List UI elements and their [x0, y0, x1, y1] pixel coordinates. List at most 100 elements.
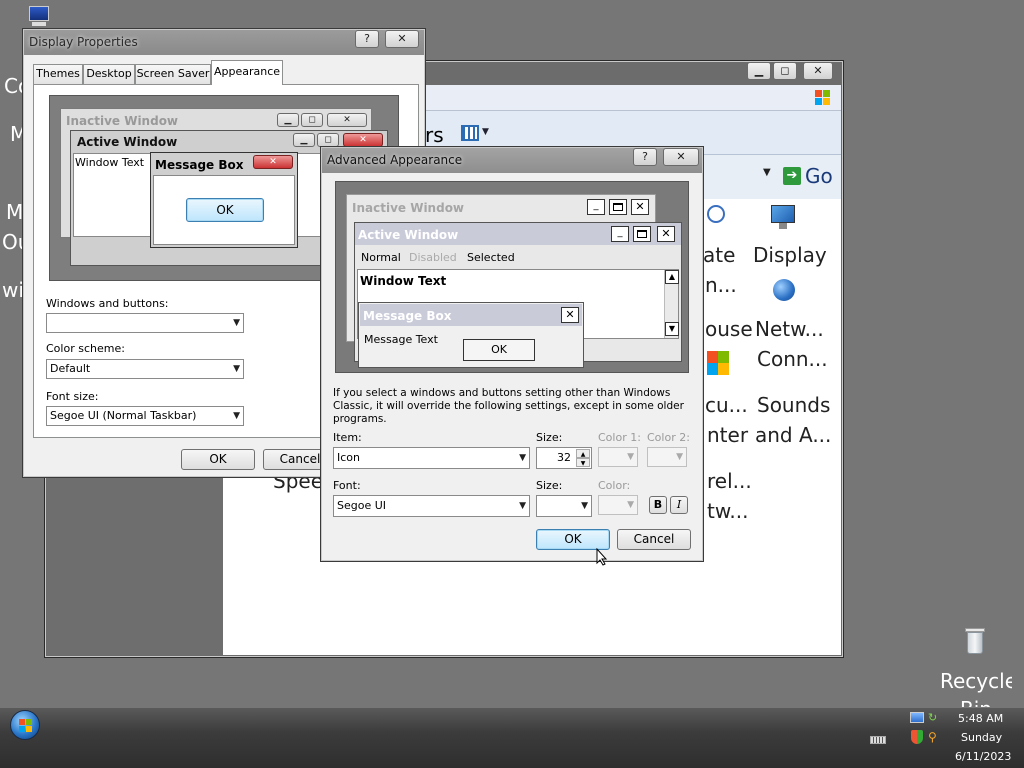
views-icon[interactable]: ▼: [461, 125, 489, 143]
preview-minimize-icon: _: [587, 199, 605, 215]
select-value: Segoe UI: [337, 499, 387, 512]
display-icon[interactable]: [769, 203, 799, 231]
tab-desktop[interactable]: Desktop: [83, 64, 135, 84]
close-button[interactable]: ✕: [663, 148, 699, 166]
scroll-up-icon: ▲: [665, 270, 679, 284]
cp-item-label[interactable]: cu...: [705, 393, 748, 417]
help-button[interactable]: ?: [633, 148, 657, 166]
start-button[interactable]: [10, 710, 40, 740]
color-scheme-select[interactable]: Default ▼: [46, 359, 244, 379]
item-select[interactable]: Icon ▼: [333, 447, 530, 469]
network-icon[interactable]: [769, 277, 799, 307]
clock-date[interactable]: 6/11/2023: [955, 750, 1011, 763]
recycle-bin-label[interactable]: Recycle Bin: [940, 667, 1012, 707]
help-button[interactable]: ?: [355, 30, 379, 48]
preview-message-box: Message Box ✕ OK: [150, 152, 298, 248]
preview-close-button: ✕: [327, 113, 367, 127]
preview-close-icon: ✕: [657, 226, 675, 242]
preview-msgbox-title: Message Box: [155, 158, 244, 172]
chevron-down-icon: ▼: [233, 318, 240, 328]
maximize-button[interactable]: ◻: [773, 62, 797, 80]
desktop-icon-label[interactable]: wi: [2, 278, 24, 302]
chevron-down-icon: ▼: [581, 501, 588, 511]
item-size-spinner[interactable]: 32 ▲ ▼: [536, 447, 592, 469]
font-size-select[interactable]: ▼: [536, 495, 592, 517]
cp-item-label[interactable]: Conn...: [757, 347, 828, 371]
clock-time[interactable]: 5:48 AM: [958, 712, 1003, 725]
cp-item-label[interactable]: Netw...: [755, 317, 824, 341]
preview-menu-selected: Selected: [467, 251, 515, 264]
preview-minimize-button: ▁: [277, 113, 299, 127]
security-icon[interactable]: [707, 351, 729, 379]
color-scheme-label: Color scheme:: [46, 342, 125, 355]
preview-msgbox-close-button: ✕: [253, 155, 293, 169]
cp-item-label[interactable]: rel...: [707, 469, 752, 493]
cp-item-label[interactable]: and A...: [755, 423, 831, 447]
dialog-title: Advanced Appearance: [327, 153, 463, 167]
preview-ok-button: OK: [463, 339, 535, 361]
address-dropdown-arrow[interactable]: ▼: [763, 167, 771, 178]
security-shield-icon[interactable]: [911, 730, 923, 744]
toolbar-views-label[interactable]: rs: [425, 123, 444, 147]
preview-close-button: ✕: [343, 133, 383, 147]
chevron-down-icon: ▼: [676, 452, 683, 462]
font-select[interactable]: Segoe UI ▼: [333, 495, 530, 517]
italic-button[interactable]: I: [670, 496, 688, 514]
tab-themes[interactable]: Themes: [33, 64, 83, 84]
tab-appearance[interactable]: Appearance: [211, 60, 283, 85]
cp-item-label[interactable]: ouse: [705, 317, 753, 341]
color2-label: Color 2:: [647, 431, 690, 444]
recycle-bin-icon[interactable]: [960, 626, 990, 656]
preview-maximize-icon: [633, 226, 651, 242]
cp-item-label[interactable]: Display: [753, 243, 827, 267]
cp-item-label[interactable]: Sounds: [757, 393, 830, 417]
chevron-down-icon: ▼: [519, 453, 526, 463]
sync-tray-icon[interactable]: ↻: [928, 712, 942, 724]
item-label: Item:: [333, 431, 362, 444]
cp-item-label[interactable]: nter: [707, 423, 748, 447]
minimize-button[interactable]: ▁: [747, 62, 771, 80]
cp-item-label[interactable]: tw...: [707, 499, 748, 523]
preview-message-box: Message Box ✕ Message Text OK: [358, 302, 584, 368]
computer-desktop-icon[interactable]: [26, 4, 52, 28]
close-button[interactable]: ✕: [803, 62, 833, 80]
preview-scrollbar: ▲ ▼: [664, 270, 679, 338]
ok-button[interactable]: OK: [181, 449, 255, 470]
font-color-picker[interactable]: ▼: [598, 495, 638, 515]
tab-label: Themes: [36, 67, 80, 80]
cancel-button[interactable]: Cancel: [617, 529, 691, 550]
tab-screen-saver[interactable]: Screen Saver: [135, 64, 211, 84]
chevron-down-icon: ▼: [627, 452, 634, 462]
keyboard-icon[interactable]: [870, 736, 886, 744]
close-button[interactable]: ✕: [385, 30, 419, 48]
font-size-select[interactable]: Segoe UI (Normal Taskbar) ▼: [46, 406, 244, 426]
search-tray-icon[interactable]: ⚲: [928, 730, 942, 744]
desktop-icon-label[interactable]: M: [6, 200, 23, 224]
preview-msgbox-body: OK: [153, 175, 295, 245]
windows-buttons-select[interactable]: ▼: [46, 313, 244, 333]
clock-day[interactable]: Sunday: [961, 731, 1002, 744]
select-value: Default: [50, 362, 91, 375]
select-value: Segoe UI (Normal Taskbar): [50, 409, 197, 422]
color1-picker[interactable]: ▼: [598, 447, 638, 467]
font-label: Font:: [333, 479, 361, 492]
advanced-preview[interactable]: Inactive Window _ ✕ Active Window _ ✕ No…: [335, 181, 689, 373]
preview-window-text: Window Text: [360, 274, 447, 288]
windows-flag-icon: [19, 719, 33, 733]
info-text: If you select a windows and buttons sett…: [333, 387, 684, 425]
preview-inactive-title: Inactive Window: [352, 201, 465, 215]
cp-item-label[interactable]: ate: [703, 243, 735, 267]
network-tray-icon[interactable]: [910, 712, 924, 723]
ok-button[interactable]: OK: [536, 529, 610, 550]
spinner-value: 32: [557, 451, 571, 464]
update-icon[interactable]: [705, 203, 727, 229]
go-button[interactable]: ➔ Go: [781, 163, 837, 191]
spinner-up-icon[interactable]: ▲: [576, 449, 590, 458]
color2-picker[interactable]: ▼: [647, 447, 687, 467]
font-size-label: Font size:: [46, 390, 99, 403]
bold-button[interactable]: B: [649, 496, 667, 514]
cp-item-label[interactable]: n...: [705, 273, 737, 297]
spinner-down-icon[interactable]: ▼: [576, 458, 590, 467]
preview-inactive-title: Inactive Window: [66, 114, 179, 128]
chevron-down-icon: ▼: [233, 411, 240, 421]
